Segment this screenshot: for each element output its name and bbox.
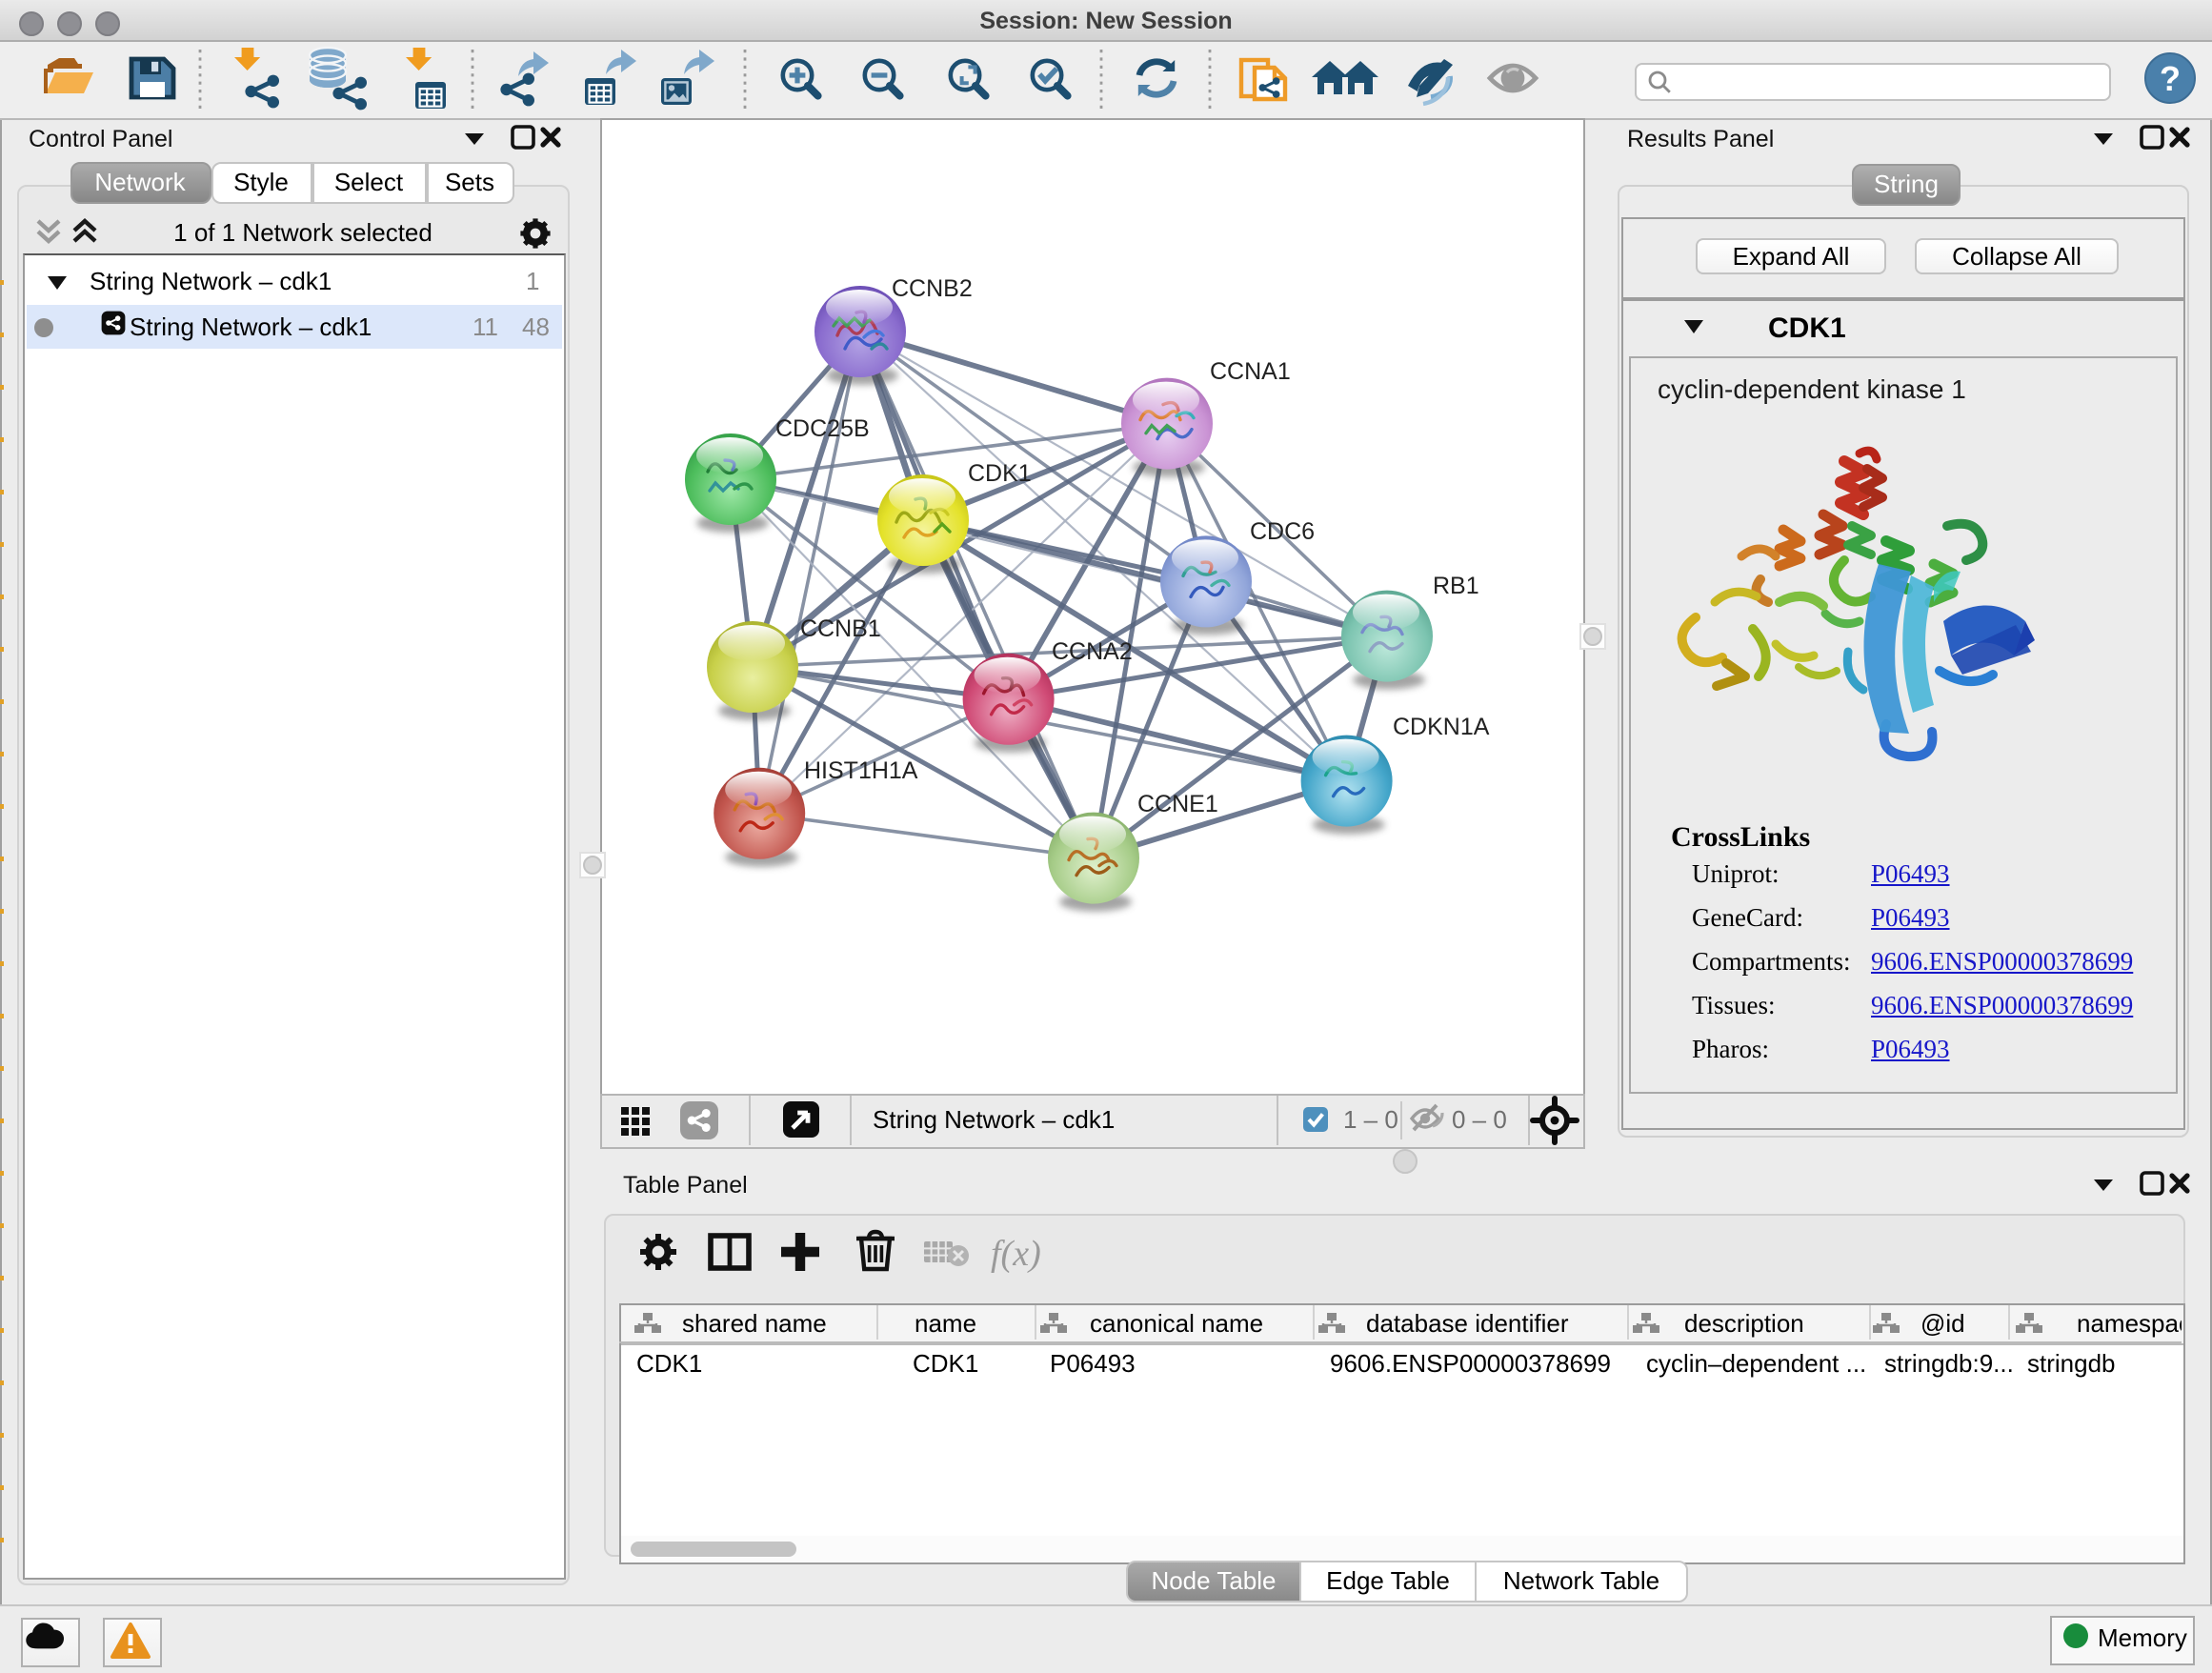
svg-text:database identifier: database identifier (1366, 1309, 1569, 1338)
svg-text:namespac: namespac (2077, 1309, 2182, 1338)
svg-text:1 – 0: 1 – 0 (1343, 1105, 1398, 1134)
svg-text:RB1: RB1 (1433, 573, 1479, 599)
svg-text:shared name: shared name (682, 1309, 827, 1338)
svg-text:?: ? (2160, 59, 2181, 98)
svg-text:HIST1H1A: HIST1H1A (804, 757, 918, 784)
svg-text:1 of 1 Network selected: 1 of 1 Network selected (173, 218, 432, 247)
svg-text:CDC25B: CDC25B (775, 415, 870, 442)
svg-text:0 – 0: 0 – 0 (1452, 1105, 1507, 1134)
svg-text:CDKN1A: CDKN1A (1393, 714, 1490, 740)
svg-text:String Network – cdk1: String Network – cdk1 (873, 1105, 1115, 1134)
svg-text:CCNB1: CCNB1 (800, 615, 881, 642)
svg-text:CCNE1: CCNE1 (1137, 791, 1218, 817)
svg-text:f(x): f(x) (991, 1234, 1041, 1274)
svg-text:@id: @id (1920, 1309, 1965, 1338)
svg-text:description: description (1684, 1309, 1804, 1338)
svg-text:CCNB2: CCNB2 (892, 275, 973, 302)
svg-text:canonical name: canonical name (1090, 1309, 1263, 1338)
svg-text:CCNA2: CCNA2 (1052, 638, 1133, 665)
svg-text:name: name (915, 1309, 976, 1338)
svg-text:CCNA1: CCNA1 (1210, 358, 1291, 385)
svg-text:CDK1: CDK1 (968, 460, 1032, 487)
svg-text:CDC6: CDC6 (1250, 518, 1315, 545)
